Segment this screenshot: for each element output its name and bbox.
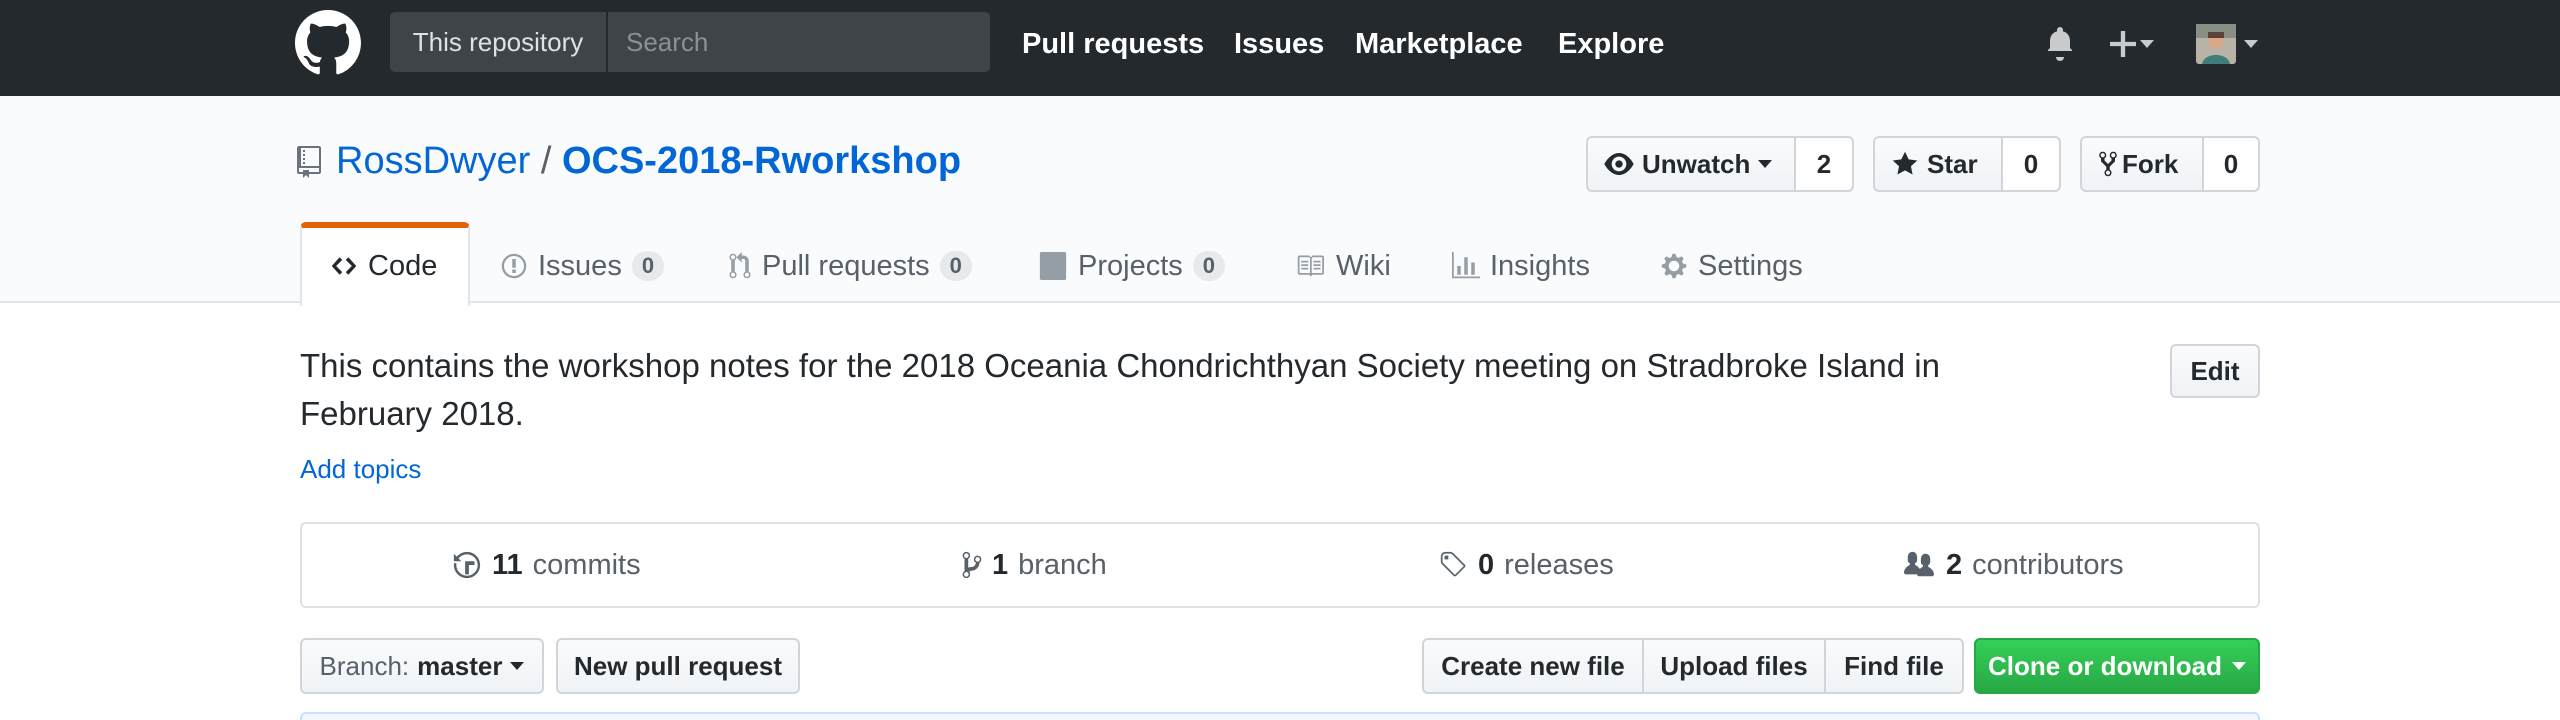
numbers-summary: 11 commits 1 branch 0 releases 2 contrib… [300,522,2260,608]
tab-settings[interactable]: Settings [1660,228,1803,304]
commits-link[interactable]: 11 commits [452,524,641,606]
unwatch-label: Unwatch [1642,148,1751,179]
github-logo-icon[interactable] [295,10,361,76]
branch-prefix-label: Branch: [319,650,410,681]
branch-count: 1 [992,548,1009,581]
fork-icon [2099,151,2117,177]
code-icon [331,257,357,275]
tab-code-label: Code [368,250,438,282]
tab-insights[interactable]: Insights [1452,228,1590,304]
tab-settings-label: Settings [1698,250,1803,282]
tab-code[interactable]: Code [330,228,437,304]
issues-counter: 0 [631,251,665,281]
pull-requests-counter: 0 [939,251,972,281]
commits-count: 11 [492,548,523,581]
contributors-label: contributors [1972,548,2124,581]
repo-path-separator: / [540,140,552,182]
chevron-down-icon [2232,662,2246,670]
bell-icon[interactable] [2046,27,2074,61]
branch-select-button[interactable]: Branch: master [300,638,544,694]
eye-icon [1604,153,1634,175]
star-button[interactable]: Star [1875,138,2001,190]
branches-link[interactable]: 1 branch [962,524,1107,606]
new-pull-request-button[interactable]: New pull request [556,638,800,694]
search-bar: This repository [390,12,990,72]
fork-label: Fork [2122,148,2179,179]
project-icon [1039,252,1067,280]
create-new-dropdown[interactable] [2110,24,2154,64]
description-line-1: This contains the workshop notes for the… [300,347,1940,384]
repo-owner-link[interactable]: RossDwyer [336,140,530,182]
watch-button-group: Unwatch 2 [1586,136,1854,192]
book-icon [1297,255,1324,277]
repo-title: RossDwyer / OCS-2018-Rworkshop [336,136,961,186]
repo-icon [297,146,321,178]
user-menu-dropdown[interactable] [2196,24,2258,64]
upload-files-button[interactable]: Upload files [1642,638,1826,694]
commit-tease-box [300,712,2260,720]
tab-wiki[interactable]: Wiki [1294,228,1391,304]
add-topics-link[interactable]: Add topics [300,454,421,485]
graph-icon [1452,252,1480,279]
star-button-group: Star 0 [1873,136,2061,192]
branch-icon [962,551,982,579]
search-input[interactable] [610,12,990,72]
tab-pull-requests-label: Pull requests [762,250,930,282]
edit-description-button[interactable]: Edit [2170,344,2260,398]
description-line-2: February 2018. [300,395,524,432]
tab-wiki-label: Wiki [1336,250,1391,282]
avatar [2196,24,2236,64]
tag-icon [1440,551,1466,577]
chevron-down-icon [510,662,525,670]
contributors-link[interactable]: 2 contributors [1902,524,2124,606]
unwatch-button[interactable]: Unwatch [1588,138,1794,190]
pull-request-icon [729,252,751,279]
chevron-down-icon [2140,40,2154,48]
branch-label: branch [1018,548,1107,581]
create-new-file-button[interactable]: Create new file [1422,638,1644,694]
plus-icon [2110,31,2136,57]
tab-issues-label: Issues [538,250,622,282]
fork-button-group: Fork 0 [2080,136,2260,192]
contributors-count: 2 [1946,548,1963,581]
tab-projects-label: Projects [1078,250,1183,282]
nav-explore[interactable]: Explore [1558,0,1664,88]
top-header: This repository Pull requests Issues Mar… [0,0,2560,96]
history-icon [453,551,481,579]
nav-issues[interactable]: Issues [1234,0,1324,88]
find-file-button[interactable]: Find file [1824,638,1964,694]
clone-or-download-button[interactable]: Clone or download [1974,638,2260,694]
tab-pull-requests[interactable]: Pull requests 0 [728,228,972,304]
releases-label: releases [1504,548,1614,581]
commits-label: commits [532,548,641,581]
star-icon [1892,151,1918,175]
nav-marketplace[interactable]: Marketplace [1355,0,1523,88]
releases-count: 0 [1478,548,1495,581]
chevron-down-icon [1758,160,1773,168]
tab-issues[interactable]: Issues 0 [500,228,665,304]
fork-button[interactable]: Fork [2082,138,2202,190]
releases-link[interactable]: 0 releases [1438,524,1614,606]
nav-pull-requests[interactable]: Pull requests [1022,0,1204,88]
forks-count[interactable]: 0 [2202,138,2258,190]
watchers-count[interactable]: 2 [1794,138,1852,190]
search-scope-label: This repository [390,12,608,72]
people-icon [1904,551,1934,577]
projects-counter: 0 [1192,251,1226,281]
stargazers-count[interactable]: 0 [2001,138,2059,190]
star-label: Star [1927,148,1978,179]
repo-name-link[interactable]: OCS-2018-Rworkshop [562,140,961,182]
branch-name-label: master [417,650,503,681]
gear-icon [1661,253,1687,279]
tab-projects[interactable]: Projects 0 [1038,228,1226,304]
repo-description: This contains the workshop notes for the… [300,342,2060,438]
clone-or-download-label: Clone or download [1988,650,2222,681]
tab-insights-label: Insights [1490,250,1590,282]
issue-icon [501,253,527,279]
chevron-down-icon [2244,40,2258,48]
